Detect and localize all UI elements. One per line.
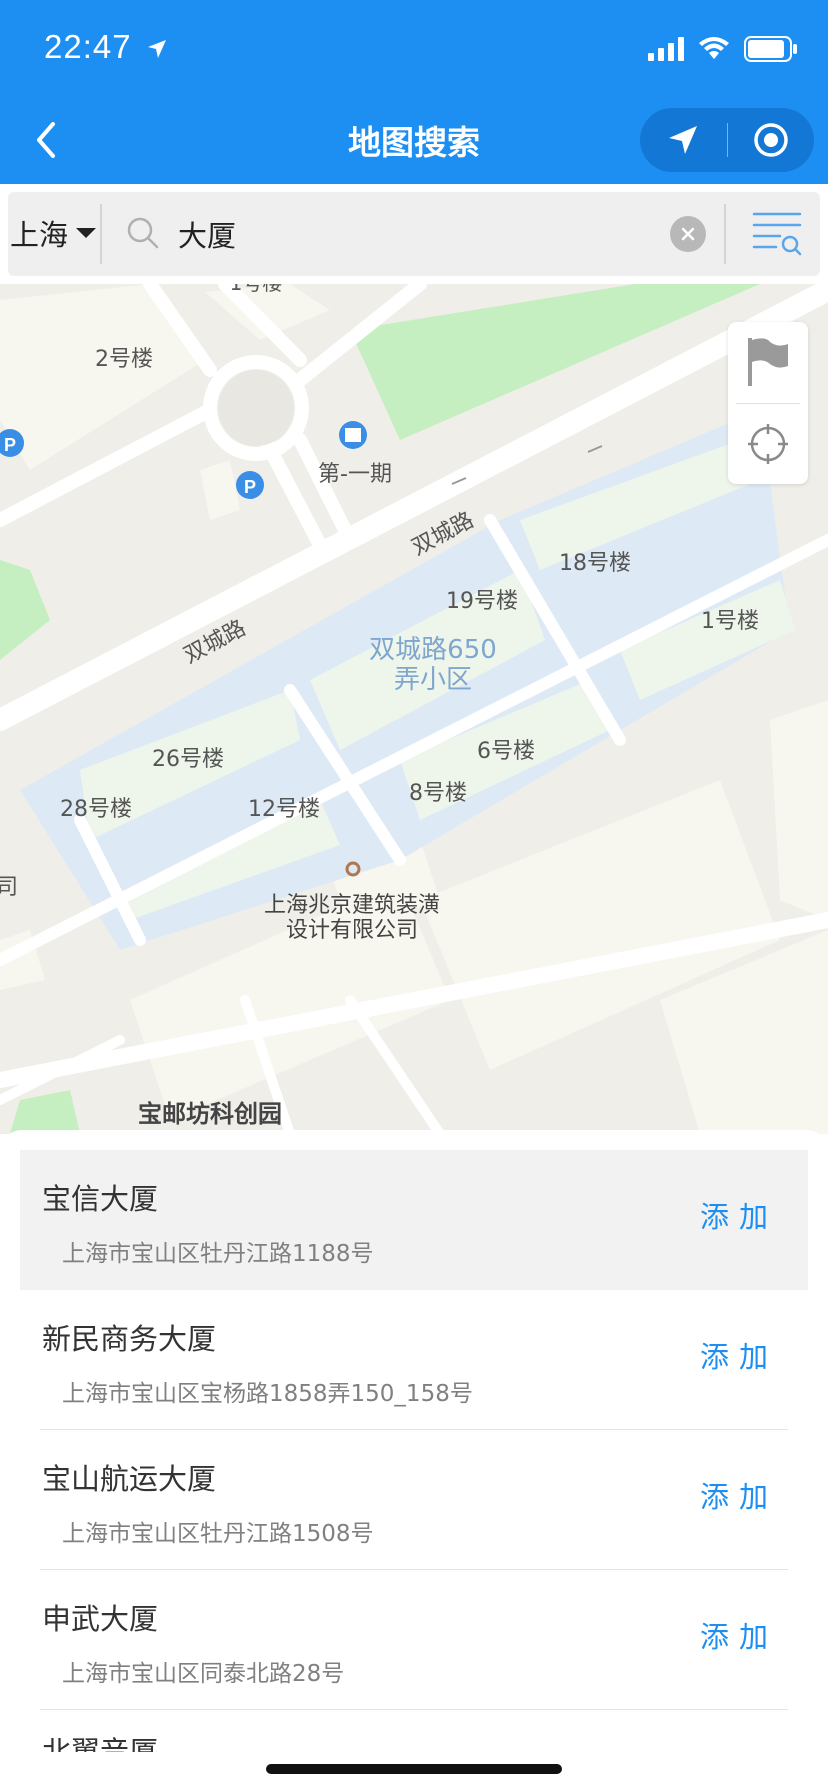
result-address: 上海市宝山区同泰北路28号 bbox=[62, 1661, 345, 1687]
result-name: 申武大厦 bbox=[42, 1602, 159, 1636]
result-name: 新民商务大厦 bbox=[42, 1322, 217, 1356]
search-divider bbox=[724, 204, 726, 264]
svg-text:P: P bbox=[4, 435, 16, 455]
wifi-icon bbox=[699, 37, 729, 59]
city-label: 上海 bbox=[10, 218, 69, 252]
clear-search-button[interactable] bbox=[670, 216, 706, 252]
close-icon bbox=[681, 227, 695, 241]
map-label: 第-一期 bbox=[318, 462, 392, 487]
status-icons bbox=[648, 36, 798, 62]
map-label: 19号楼 bbox=[446, 589, 518, 614]
crosshair-icon bbox=[748, 424, 788, 464]
flag-button[interactable] bbox=[728, 322, 808, 402]
result-address: 上海市宝山区牡丹江路1508号 bbox=[62, 1521, 374, 1547]
svg-text:P: P bbox=[244, 477, 256, 497]
record-button[interactable] bbox=[728, 108, 815, 172]
result-item[interactable]: 宝信大厦 上海市宝山区牡丹江路1188号 添加 bbox=[20, 1150, 808, 1290]
navigate-button[interactable] bbox=[640, 108, 727, 172]
location-arrow-icon bbox=[147, 40, 166, 59]
add-button[interactable]: 添加 bbox=[700, 1194, 778, 1236]
search-icon bbox=[127, 217, 159, 249]
search-input[interactable] bbox=[178, 212, 658, 256]
battery-icon bbox=[744, 36, 797, 62]
flag-icon bbox=[748, 338, 788, 386]
result-item[interactable]: 宝山航运大厦 上海市宝山区牡丹江路1508号 添加 bbox=[20, 1430, 808, 1570]
map-label: 双城路650 bbox=[369, 635, 497, 665]
map-label: 28号楼 bbox=[60, 797, 132, 822]
map-label: 弄小区 bbox=[394, 665, 472, 695]
partial-result-name: 北翼音厦 bbox=[42, 1735, 159, 1752]
home-indicator[interactable] bbox=[266, 1764, 562, 1774]
result-item[interactable]: 新民商务大厦 上海市宝山区宝杨路1858弄150_158号 添加 bbox=[20, 1290, 808, 1430]
result-name: 宝信大厦 bbox=[42, 1182, 159, 1216]
signal-icon bbox=[648, 37, 684, 61]
add-button[interactable]: 添加 bbox=[700, 1614, 778, 1656]
target-circle-icon bbox=[754, 123, 788, 157]
add-button[interactable]: 添加 bbox=[700, 1474, 778, 1516]
map-label: 8号楼 bbox=[409, 781, 467, 806]
result-address: 上海市宝山区宝杨路1858弄150_158号 bbox=[62, 1381, 473, 1407]
status-time: 22:47 bbox=[44, 28, 168, 66]
map-label: 设计有限公司 bbox=[286, 918, 418, 943]
header-actions bbox=[640, 108, 814, 172]
caret-down-icon bbox=[76, 228, 97, 238]
map-label: 宝邮坊科创园 bbox=[138, 1100, 282, 1128]
map-label: 上海兆京建筑装潢 bbox=[264, 893, 440, 918]
map-canvas[interactable]: P P 1号楼 2号楼 第-一期 双城路 双城路 18号楼 19号楼 1号楼 双… bbox=[0, 284, 828, 1134]
map-label: 1号楼 bbox=[701, 609, 759, 634]
map-controls bbox=[728, 322, 808, 484]
map-label: 司 bbox=[0, 875, 18, 900]
results-sheet: 宝信大厦 上海市宝山区牡丹江路1188号 添加 新民商务大厦 上海市宝山区宝杨路… bbox=[0, 1130, 828, 1792]
map-label: 18号楼 bbox=[559, 551, 631, 576]
result-divider bbox=[40, 1709, 788, 1710]
list-search-button[interactable] bbox=[750, 206, 804, 260]
list-search-icon bbox=[752, 212, 802, 256]
navigation-arrow-icon bbox=[669, 126, 698, 154]
map-label: 12号楼 bbox=[248, 797, 320, 822]
add-button[interactable]: 添加 bbox=[700, 1334, 778, 1376]
result-address: 上海市宝山区牡丹江路1188号 bbox=[62, 1241, 374, 1267]
search-bar: 上海 bbox=[8, 192, 820, 276]
map-label: 26号楼 bbox=[152, 747, 224, 772]
city-selector[interactable]: 上海 bbox=[10, 212, 97, 254]
city-divider bbox=[100, 204, 102, 264]
locate-button[interactable] bbox=[728, 404, 808, 484]
result-item[interactable]: 申武大厦 上海市宝山区同泰北路28号 添加 bbox=[20, 1570, 808, 1710]
app-header: 22:47 地图搜索 bbox=[0, 0, 828, 184]
map-label: 6号楼 bbox=[477, 739, 535, 764]
map-label: 2号楼 bbox=[95, 347, 153, 372]
map-label: 1号楼 bbox=[230, 284, 283, 295]
map-view[interactable]: P P 1号楼 2号楼 第-一期 双城路 双城路 18号楼 19号楼 1号楼 双… bbox=[0, 284, 828, 1134]
result-name: 宝山航运大厦 bbox=[42, 1462, 217, 1496]
